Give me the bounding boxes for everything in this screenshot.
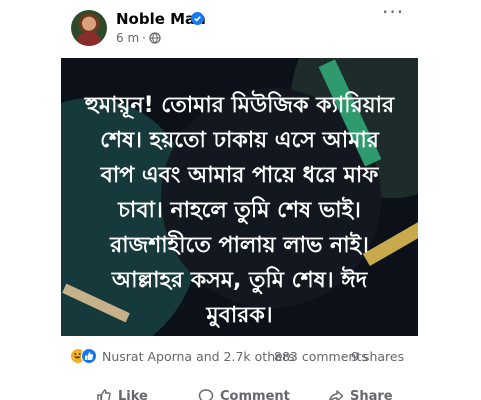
like-reaction-icon (81, 348, 97, 364)
reactors-summary[interactable]: Nusrat Aporna and 2.7k others (102, 349, 294, 364)
share-label: Share (350, 388, 393, 400)
post-meta: 6 m · (116, 31, 161, 45)
like-icon (97, 389, 111, 400)
post-header: Noble Man 6 m · ··· (0, 0, 481, 58)
shares-count[interactable]: 9 shares (351, 349, 404, 364)
meta-separator: · (142, 31, 146, 45)
share-icon (329, 390, 344, 400)
comment-icon (198, 389, 214, 400)
avatar[interactable] (71, 10, 107, 46)
globe-icon (149, 32, 161, 44)
post-stats: Nusrat Aporna and 2.7k others 883 commen… (70, 346, 420, 366)
share-button[interactable]: Share (328, 388, 393, 400)
verified-badge-icon (191, 12, 204, 25)
post-image[interactable]: হুমায়ূন! তোমার মিউজিক ক্যারিয়ার শেষ। হ… (61, 58, 418, 336)
like-label: Like (118, 388, 148, 400)
comment-button[interactable]: Comment (198, 388, 290, 400)
stats-separator: · (342, 349, 346, 364)
image-caption-text: হুমায়ূন! তোমার মিউজিক ক্যারিয়ার শেষ। হ… (84, 93, 395, 328)
action-bar: Like Comment Share (70, 384, 415, 400)
reaction-icons[interactable] (70, 348, 100, 364)
post-time[interactable]: 6 m (116, 31, 139, 45)
more-options-icon[interactable]: ··· (382, 2, 408, 26)
comment-label: Comment (220, 388, 290, 400)
like-button[interactable]: Like (96, 388, 148, 400)
